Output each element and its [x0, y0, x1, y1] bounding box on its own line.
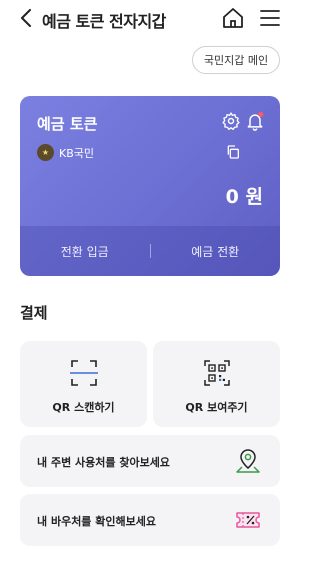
qr-scan-button[interactable]: QR 스캔하기 [20, 341, 147, 427]
menu-button[interactable] [258, 6, 282, 30]
token-card: 예금 토큰 ★ KB국민 0 원 전환 입금 예금 전환 [20, 96, 280, 276]
copy-icon [227, 145, 239, 159]
balance-amount: 0 원 [225, 186, 263, 208]
voucher-icon [236, 512, 260, 528]
qr-show-label: QR 보여주기 [185, 401, 248, 414]
main-wallet-button[interactable]: 국민지갑 메인 [192, 46, 280, 74]
back-button[interactable] [16, 7, 36, 29]
qr-show-button[interactable]: QR 보여주기 [153, 341, 280, 427]
kb-logo: ★ [37, 144, 54, 161]
qr-code-icon [203, 360, 230, 386]
find-merchants-button[interactable]: 내 주변 사용처를 찾아보세요 [20, 435, 280, 487]
top-bar: 예금 토큰 전자지갑 [0, 0, 300, 36]
bell-icon [247, 111, 264, 131]
check-vouchers-label: 내 바우처를 확인해보세요 [37, 515, 156, 528]
notification-dot [258, 111, 264, 117]
map-pin-icon [236, 449, 260, 473]
payment-section-title: 결제 [20, 304, 48, 322]
find-merchants-label: 내 주변 사용처를 찾아보세요 [37, 456, 170, 469]
qr-scan-label: QR 스캔하기 [52, 401, 115, 414]
notification-button[interactable] [245, 111, 265, 131]
gear-icon [222, 112, 240, 130]
deposit-convert-button[interactable]: 예금 전환 [151, 243, 281, 260]
home-icon [223, 8, 243, 28]
settings-button[interactable] [221, 111, 241, 131]
qr-scan-icon [69, 360, 98, 386]
bank-name: KB국민 [59, 146, 94, 160]
card-title: 예금 토큰 [37, 115, 98, 133]
page-title: 예금 토큰 전자지갑 [42, 12, 166, 31]
home-button[interactable] [221, 6, 245, 30]
copy-button[interactable] [225, 144, 241, 160]
convert-deposit-button[interactable]: 전환 입금 [20, 243, 150, 260]
hamburger-menu-icon [260, 10, 280, 26]
check-vouchers-button[interactable]: 내 바우처를 확인해보세요 [20, 494, 280, 546]
card-footer: 전환 입금 예금 전환 [20, 226, 280, 276]
chevron-left-icon [21, 9, 31, 27]
bank-info: ★ KB국민 [37, 144, 94, 161]
